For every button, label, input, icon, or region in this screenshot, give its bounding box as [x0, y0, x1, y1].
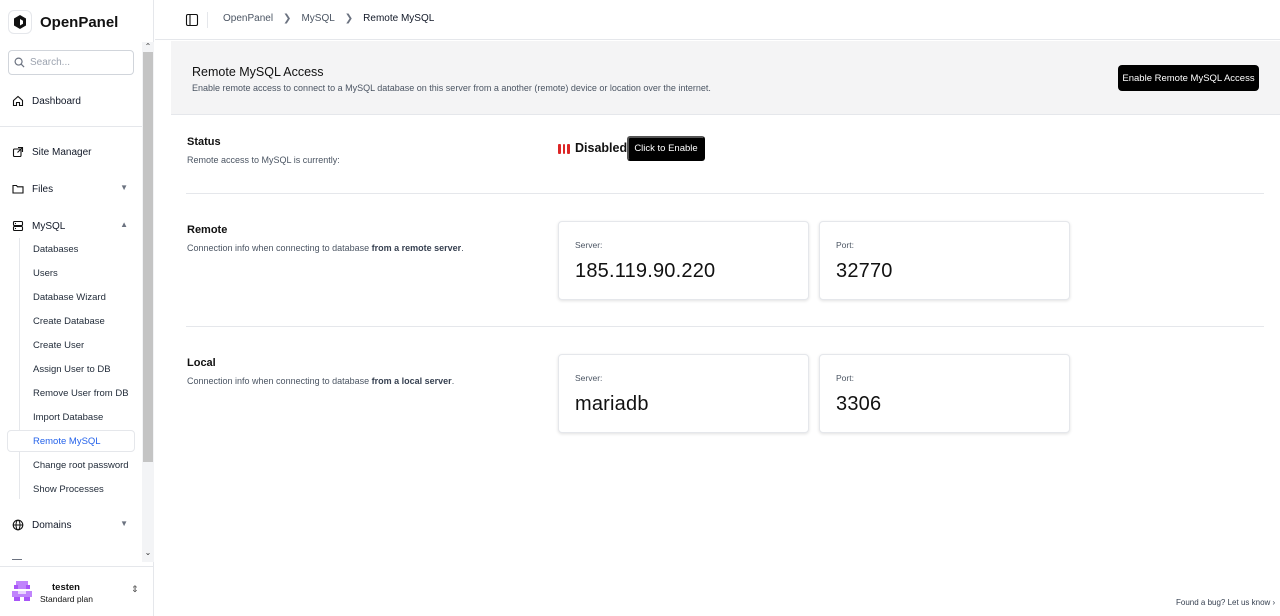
folder-icon	[12, 184, 24, 194]
remote-desc-suffix: .	[461, 243, 464, 253]
local-title: Local	[187, 357, 216, 369]
sidebar: OpenPanel Dashboard	[0, 0, 154, 616]
chevron-right-icon: ❯	[283, 13, 292, 24]
sidebar-item-dashboard[interactable]: Dashboard	[12, 95, 132, 107]
sidebar-subitem-database-wizard[interactable]: Database Wizard	[33, 292, 106, 303]
sidebar-subitem-import-database[interactable]: Import Database	[33, 412, 103, 423]
caret-down-icon: ▼	[120, 519, 128, 528]
local-port-card: Port: 3306	[819, 354, 1070, 433]
home-icon	[12, 95, 24, 107]
search-input[interactable]	[30, 57, 126, 68]
topbar: OpenPanel ❯ MySQL ❯ Remote MySQL	[155, 0, 1280, 40]
search-icon	[14, 57, 25, 68]
avatar	[10, 579, 34, 603]
click-to-enable-button[interactable]: Click to Enable	[627, 136, 705, 161]
remote-title: Remote	[187, 224, 228, 236]
external-link-icon	[12, 146, 24, 158]
remote-description: Connection info when connecting to datab…	[187, 243, 464, 253]
search-box[interactable]	[8, 50, 134, 75]
local-description: Connection info when connecting to datab…	[187, 376, 454, 386]
divider	[186, 326, 1264, 327]
local-desc-bold: from a local server	[371, 376, 452, 386]
breadcrumb: OpenPanel ❯ MySQL ❯ Remote MySQL	[223, 13, 434, 24]
sidebar-subitem-remote-mysql[interactable]: Remote MySQL	[33, 436, 101, 447]
sidebar-toggle-icon[interactable]	[185, 13, 199, 27]
port-value: 3306	[836, 393, 882, 415]
divider	[207, 12, 208, 28]
chevrons-up-down-icon[interactable]: ⇕	[131, 584, 139, 595]
sidebar-item-mysql[interactable]: MySQL ▲	[12, 220, 132, 232]
globe-icon	[12, 519, 24, 531]
submenu-guide	[19, 238, 20, 499]
enable-remote-mysql-button[interactable]: Enable Remote MySQL Access	[1118, 65, 1259, 91]
server-value: mariadb	[575, 393, 649, 415]
remote-server-card: Server: 185.119.90.220	[558, 221, 809, 300]
local-server-card: Server: mariadb	[558, 354, 809, 433]
divider	[0, 126, 142, 127]
server-label: Server:	[575, 240, 603, 250]
sidebar-subitem-remove-user[interactable]: Remove User from DB	[33, 388, 129, 399]
sidebar-item-domains[interactable]: Domains ▼	[12, 519, 132, 531]
remote-port-card: Port: 32770	[819, 221, 1070, 300]
sidebar-subitem-change-root-password[interactable]: Change root password	[33, 460, 129, 471]
chevron-right-icon: ❯	[344, 13, 354, 24]
caret-down-icon: ▼	[120, 183, 128, 192]
breadcrumb-current: Remote MySQL	[363, 13, 435, 24]
sidebar-item-site-manager[interactable]: Site Manager	[12, 146, 132, 158]
page-header: Remote MySQL Access Enable remote access…	[171, 41, 1280, 115]
port-value: 32770	[836, 260, 893, 282]
remote-desc-bold: from a remote server	[371, 243, 462, 253]
sidebar-item-label: MySQL	[32, 220, 66, 232]
port-label: Port:	[836, 240, 854, 250]
sidebar-subitem-users[interactable]: Users	[33, 268, 58, 279]
report-bug-text: Found a bug? Let us know	[1176, 598, 1271, 607]
chevron-right-icon: ›	[1272, 598, 1276, 607]
sidebar-item-label: Site Manager	[32, 146, 92, 158]
status-badge: Disabled	[575, 141, 628, 155]
status-description: Remote access to MySQL is currently:	[187, 155, 340, 165]
scroll-up-icon[interactable]: ⌃	[142, 42, 154, 51]
sidebar-subitem-create-database[interactable]: Create Database	[33, 316, 105, 327]
sidebar-subitem-create-user[interactable]: Create User	[33, 340, 84, 351]
caret-up-icon: ▲	[120, 220, 128, 229]
sidebar-item-label: Dashboard	[32, 95, 81, 107]
partial-item-icon	[12, 559, 22, 560]
sidebar-subitem-show-processes[interactable]: Show Processes	[33, 484, 104, 495]
sidebar-subitem-databases[interactable]: Databases	[33, 244, 78, 255]
disabled-status-icon	[558, 144, 571, 154]
divider	[186, 193, 1264, 194]
server-value: 185.119.90.220	[575, 260, 716, 282]
user-menu[interactable]: testen Standard plan ⇕	[0, 566, 154, 616]
port-label: Port:	[836, 373, 854, 383]
page-description: Enable remote access to connect to a MyS…	[192, 83, 711, 93]
openpanel-logo-icon	[8, 10, 32, 34]
brand-name: OpenPanel	[40, 13, 119, 31]
sidebar-scrollbar-thumb[interactable]	[143, 52, 153, 462]
scroll-down-icon[interactable]: ⌄	[142, 548, 154, 557]
report-bug-link[interactable]: Found a bug? Let us know ›	[1176, 598, 1275, 607]
breadcrumb-mysql[interactable]: MySQL	[301, 13, 334, 24]
page-title: Remote MySQL Access	[192, 65, 324, 79]
sidebar-subitem-assign-user[interactable]: Assign User to DB	[33, 364, 111, 375]
sidebar-item-files[interactable]: Files ▼	[12, 183, 132, 195]
remote-desc-text: Connection info when connecting to datab…	[187, 243, 372, 253]
local-desc-suffix: .	[451, 376, 455, 386]
server-label: Server:	[575, 373, 603, 383]
breadcrumb-openpanel[interactable]: OpenPanel	[223, 13, 273, 24]
local-desc-text: Connection info when connecting to datab…	[187, 376, 372, 386]
sidebar-item-label: Domains	[32, 519, 72, 531]
user-name: testen	[52, 582, 80, 593]
database-icon	[12, 220, 24, 232]
app: OpenPanel Dashboard	[0, 0, 1280, 616]
user-plan: Standard plan	[40, 594, 93, 604]
sidebar-item-label: Files	[32, 183, 54, 195]
status-title: Status	[187, 136, 221, 148]
brand[interactable]: OpenPanel	[8, 8, 118, 36]
